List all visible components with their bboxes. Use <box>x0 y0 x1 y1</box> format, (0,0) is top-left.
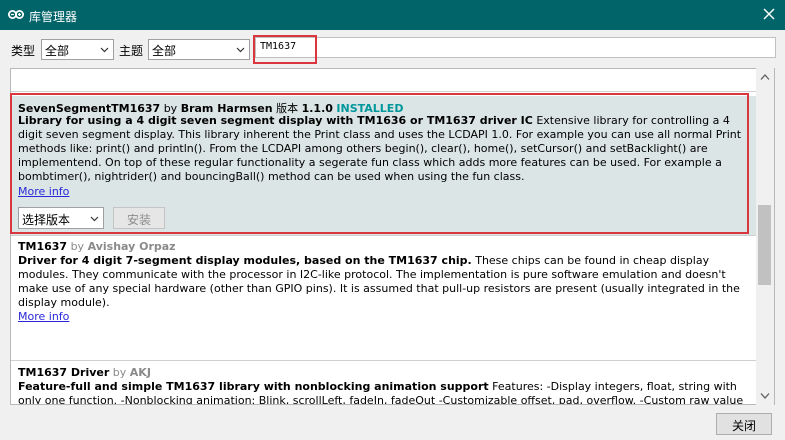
list-item[interactable]: TM1637 Driver by AKJ Feature-full and si… <box>11 361 757 404</box>
list-item-partial <box>11 69 757 92</box>
type-select-value: 全部 <box>45 44 70 58</box>
chevron-down-icon <box>236 47 245 53</box>
version-select-value: 选择版本 <box>22 213 71 227</box>
library-author: AKJ <box>129 366 151 379</box>
library-description: Driver for 4 digit 7-segment display mod… <box>18 254 746 310</box>
close-button[interactable]: 关闭 <box>716 413 772 435</box>
library-header: TM1637 Driver by AKJ <box>18 366 151 379</box>
more-info-link[interactable]: More info <box>18 185 69 198</box>
library-summary: Feature-full and simple TM1637 library w… <box>18 380 489 393</box>
library-summary: Driver for 4 digit 7-segment display mod… <box>18 254 472 267</box>
window-title: 库管理器 <box>29 10 78 24</box>
library-author: Avishay Orpaz <box>87 240 176 253</box>
scroll-down-arrow-icon[interactable] <box>760 392 770 400</box>
library-name: TM1637 <box>18 240 68 253</box>
topic-select[interactable]: 全部 <box>148 39 250 60</box>
library-name: TM1637 Driver <box>18 366 110 379</box>
list-item[interactable]: TM1637 by Avishay Orpaz Driver for 4 dig… <box>11 236 757 361</box>
library-summary: Library for using a 4 digit seven segmen… <box>18 114 533 127</box>
arduino-infinity-icon <box>8 10 24 19</box>
library-description: Feature-full and simple TM1637 library w… <box>18 380 746 404</box>
by-label: by <box>70 240 85 253</box>
chevron-down-icon <box>90 216 99 222</box>
install-button[interactable]: 安装 <box>113 207 165 229</box>
type-label: 类型 <box>11 44 36 58</box>
chevron-down-icon <box>100 47 109 53</box>
type-select[interactable]: 全部 <box>41 39 114 60</box>
search-input[interactable]: TM1637 <box>255 37 776 58</box>
by-label: by <box>112 366 127 379</box>
topic-label: 主题 <box>119 44 144 58</box>
vertical-scrollbar[interactable] <box>756 68 774 405</box>
scroll-up-arrow-icon[interactable] <box>760 73 770 81</box>
library-header: TM1637 by Avishay Orpaz <box>18 240 176 253</box>
close-icon[interactable] <box>762 7 776 21</box>
library-list: SevenSegmentTM1637 by Bram Harmsen 版本 1.… <box>10 68 775 405</box>
list-item-selected[interactable]: SevenSegmentTM1637 by Bram Harmsen 版本 1.… <box>11 96 757 236</box>
scrollbar-thumb[interactable] <box>758 205 771 285</box>
version-select[interactable]: 选择版本 <box>18 207 104 229</box>
library-description: Library for using a 4 digit seven segmen… <box>18 114 746 184</box>
more-info-link[interactable]: More info <box>18 310 69 323</box>
topic-select-value: 全部 <box>152 44 177 58</box>
title-bar: 库管理器 <box>0 0 785 30</box>
